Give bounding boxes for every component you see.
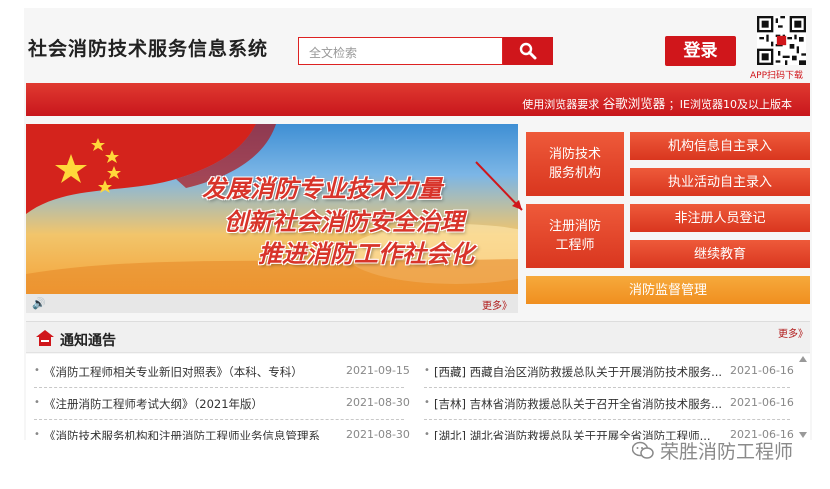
notice-text[interactable]: [西藏] 西藏自治区消防救援总队关于开展消防技术服务... bbox=[434, 364, 726, 380]
notice-scrollbar[interactable] bbox=[798, 354, 808, 440]
tile-fire-supervision[interactable]: 消防监督管理 bbox=[526, 276, 810, 304]
banner-slogan-2: 创新社会消防安全治理 bbox=[224, 208, 464, 236]
bullet-icon: • bbox=[34, 429, 40, 440]
notice-text[interactable]: 《注册消防工程师考试大纲》（2021年版） bbox=[44, 396, 344, 412]
notice-left-row[interactable]: • 《消防技术服务机构和注册消防工程师业务信息管理系 2021-08-30 bbox=[34, 420, 410, 440]
browser-requirement-suffix: ；IE浏览器10及以上版本 bbox=[668, 98, 792, 111]
browser-name-link[interactable]: 谷歌浏览器 bbox=[603, 96, 666, 111]
page: 社会消防技术服务信息系统 全文检索 登录 APP扫码下载 使用浏览器要求 谷歌浏… bbox=[24, 8, 812, 440]
banner-slogan-1: 发展消防专业技术力量 bbox=[202, 175, 442, 203]
house-icon bbox=[36, 330, 54, 346]
login-button[interactable]: 登录 bbox=[665, 36, 736, 66]
notice-right-row[interactable]: • [吉林] 吉林省消防救援总队关于召开全省消防技术服务... 2021-06-… bbox=[424, 388, 794, 420]
tile-org-info-entry[interactable]: 机构信息自主录入 bbox=[630, 132, 810, 160]
banner-more-link[interactable]: 更多》 bbox=[482, 297, 512, 312]
watermark: 荣胜消防工程师 bbox=[632, 437, 793, 464]
header: 社会消防技术服务信息系统 全文检索 登录 APP扫码下载 bbox=[24, 8, 812, 82]
banner-slideshow[interactable]: 发展消防专业技术力量 创新社会消防安全治理 推进消防工作社会化 bbox=[26, 124, 518, 294]
bullet-icon: • bbox=[424, 365, 430, 376]
tile-non-registered[interactable]: 非注册人员登记 bbox=[630, 204, 810, 232]
search-button[interactable] bbox=[503, 37, 553, 65]
bullet-icon: • bbox=[424, 397, 430, 408]
notice-list: • 《消防工程师相关专业新旧对照表》（本科、专科） 2021-09-15 • 《… bbox=[26, 354, 810, 440]
wechat-icon bbox=[632, 441, 654, 459]
tile-continuing-education[interactable]: 继续教育 bbox=[630, 240, 810, 268]
tile-registered-engineer[interactable]: 注册消防 工程师 bbox=[526, 204, 624, 268]
tile-service-org[interactable]: 消防技术 服务机构 bbox=[526, 132, 624, 196]
notice-left-row[interactable]: • 《消防工程师相关专业新旧对照表》（本科、专科） 2021-09-15 bbox=[34, 356, 410, 388]
bullet-icon: • bbox=[34, 397, 40, 408]
qr-code-icon bbox=[757, 16, 806, 65]
notice-text[interactable]: [吉林] 吉林省消防救援总队关于召开全省消防技术服务... bbox=[434, 396, 726, 412]
notice-date: 2021-06-16 bbox=[730, 396, 794, 409]
speaker-icon[interactable]: 🔊 bbox=[32, 297, 46, 310]
notice-header: 通知通告 更多》 bbox=[26, 321, 810, 353]
notice-text[interactable]: 《消防技术服务机构和注册消防工程师业务信息管理系 bbox=[44, 428, 344, 440]
search-icon bbox=[519, 42, 537, 60]
notice-text[interactable]: 《消防工程师相关专业新旧对照表》（本科、专科） bbox=[44, 364, 344, 380]
search-input[interactable]: 全文检索 bbox=[298, 37, 503, 65]
notice-right-row[interactable]: • [西藏] 西藏自治区消防救援总队关于开展消防技术服务... 2021-06-… bbox=[424, 356, 794, 388]
site-title: 社会消防技术服务信息系统 bbox=[28, 38, 269, 60]
notice-date: 2021-06-16 bbox=[730, 364, 794, 377]
notice-more-link[interactable]: 更多》 bbox=[778, 325, 808, 340]
browser-requirement-prefix: 使用浏览器要求 bbox=[522, 98, 600, 111]
arrow-icon bbox=[475, 161, 523, 211]
notice-left-row[interactable]: • 《注册消防工程师考试大纲》（2021年版） 2021-08-30 bbox=[34, 388, 410, 420]
notice-date: 2021-08-30 bbox=[346, 428, 410, 440]
banner-footer: 🔊 更多》 bbox=[26, 294, 518, 313]
qr-caption: APP扫码下载 bbox=[750, 71, 804, 81]
notice-date: 2021-09-15 bbox=[346, 364, 410, 377]
tile-activity-entry[interactable]: 执业活动自主录入 bbox=[630, 168, 810, 196]
notice-date: 2021-08-30 bbox=[346, 396, 410, 409]
watermark-text: 荣胜消防工程师 bbox=[660, 441, 794, 463]
bullet-icon: • bbox=[424, 429, 430, 440]
bullet-icon: • bbox=[34, 365, 40, 376]
notice-title: 通知通告 bbox=[60, 333, 116, 349]
browser-requirement-bar: 使用浏览器要求 谷歌浏览器 ；IE浏览器10及以上版本 bbox=[26, 83, 810, 116]
banner-slogan-3: 推进消防工作社会化 bbox=[258, 240, 474, 268]
